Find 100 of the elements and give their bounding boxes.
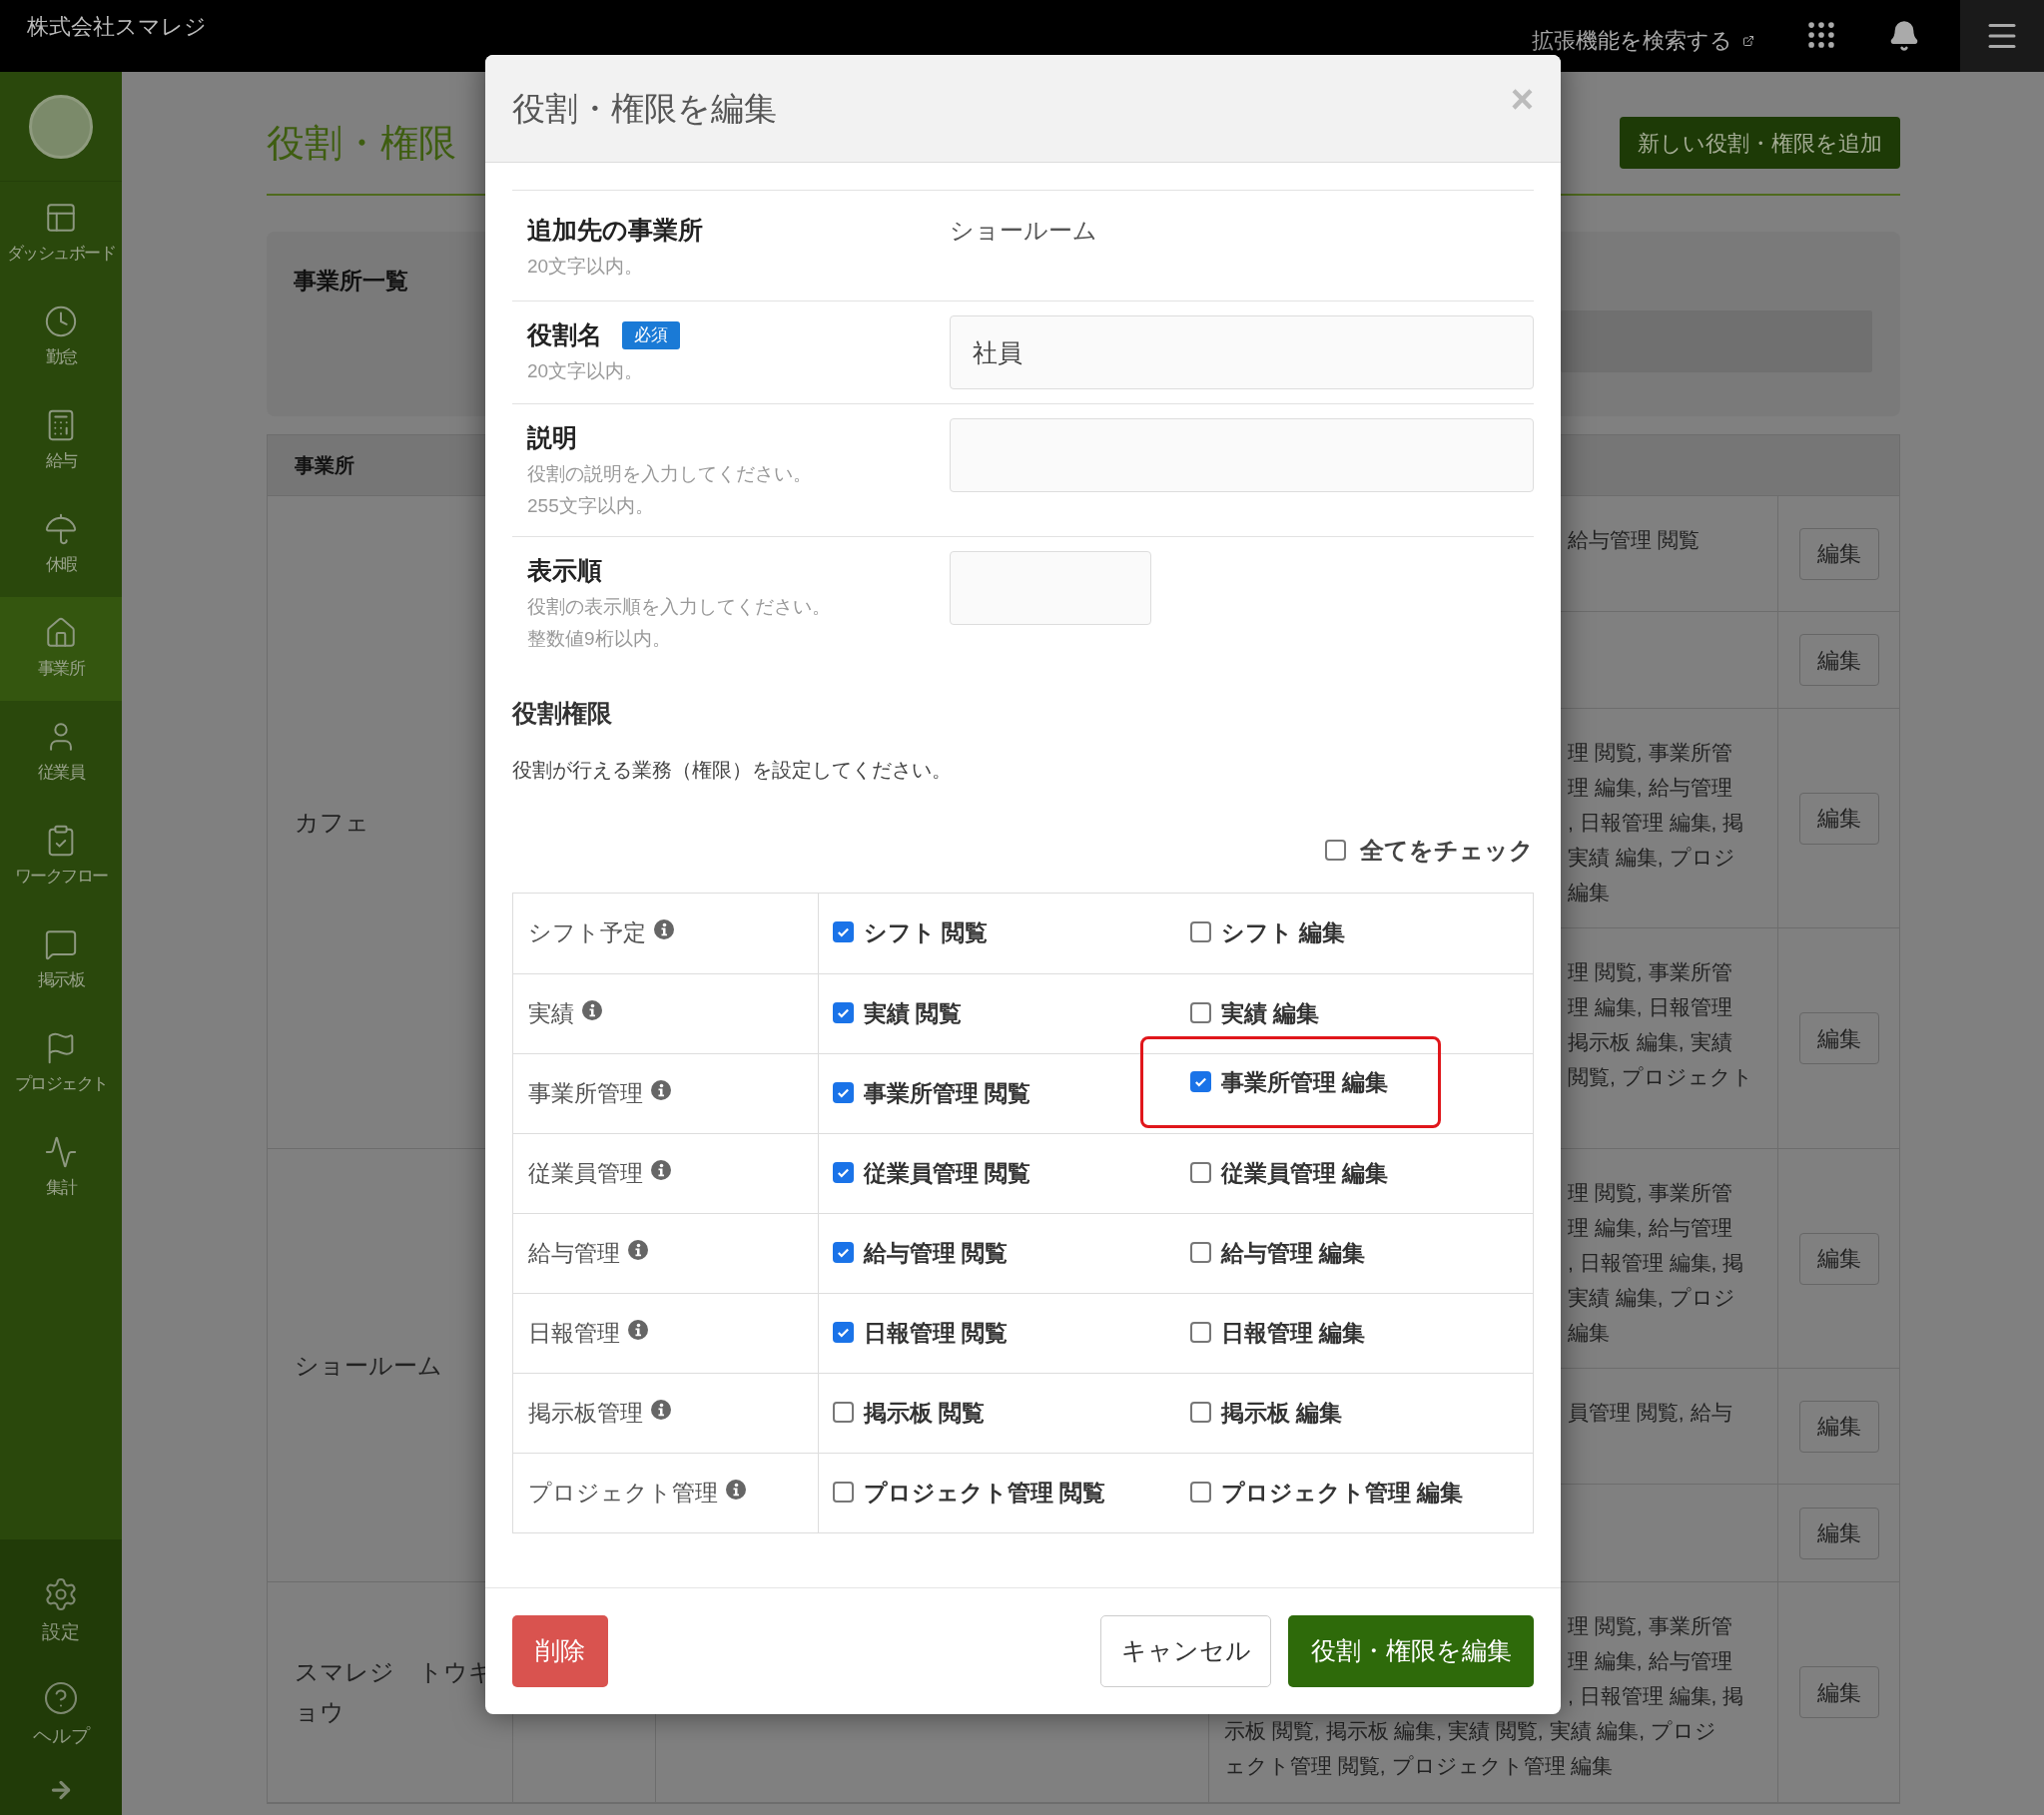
- field-label: 役割名: [527, 319, 602, 351]
- permission-label: プロジェクト管理 編集: [1220, 1478, 1463, 1508]
- edit-button[interactable]: 編集: [1798, 792, 1879, 845]
- checkbox[interactable]: [833, 1082, 854, 1104]
- sidebar-item[interactable]: ヘルプ: [0, 1663, 122, 1767]
- page-title: 役割・権限: [267, 120, 456, 166]
- cancel-button[interactable]: キャンセル: [1100, 1615, 1271, 1687]
- external-link-icon: [1742, 34, 1754, 47]
- sidebar-item[interactable]: 勤怠: [0, 286, 122, 389]
- permission-name: シフト予定: [528, 917, 646, 947]
- edit-button[interactable]: 編集: [1798, 1012, 1879, 1064]
- clock-icon: [44, 304, 78, 339]
- umbrella-icon: [44, 512, 78, 547]
- permission-name: 日報管理: [528, 1318, 620, 1348]
- field-hint: 20文字以内。: [527, 359, 645, 383]
- card-title: 事業所一覧: [294, 267, 408, 296]
- checkbox[interactable]: [1189, 921, 1211, 943]
- checkbox[interactable]: [833, 1402, 854, 1424]
- chat-icon: [44, 927, 78, 962]
- sidebar-item[interactable]: ワークフロー: [0, 805, 122, 908]
- edit-button[interactable]: 編集: [1798, 527, 1879, 580]
- permission-label: 掲示板 閲覧: [864, 1398, 986, 1428]
- required-badge: 必須: [622, 321, 680, 349]
- info-icon: [726, 1479, 746, 1500]
- permission-label: 事業所管理 編集: [1220, 1067, 1388, 1097]
- table-cell-text: 理 閲覧, 事業所管: [1568, 1613, 1733, 1639]
- table-cell-text: 示板 閲覧, 掲示板 編集, 実績 閲覧, 実績 編集, プロジ: [1224, 1718, 1717, 1744]
- checkbox[interactable]: [1189, 1482, 1211, 1504]
- permission-label: 給与管理 閲覧: [864, 1238, 1009, 1268]
- sidebar-item[interactable]: 給与: [0, 389, 122, 493]
- checkbox[interactable]: [833, 921, 854, 943]
- permission-label: 従業員管理 閲覧: [864, 1158, 1031, 1188]
- extension-search-link[interactable]: 拡張機能を検索する: [1532, 24, 1754, 57]
- field-label: 追加先の事業所: [527, 215, 703, 247]
- field-hint: 20文字以内。: [527, 255, 645, 279]
- field-hint: 255文字以内。: [527, 494, 655, 518]
- field-hint: 整数値9桁以内。: [527, 627, 672, 651]
- edit-button[interactable]: 編集: [1798, 1666, 1879, 1718]
- edit-button[interactable]: 編集: [1798, 1507, 1879, 1559]
- sidebar-item[interactable]: 設定: [0, 1559, 122, 1663]
- checkbox[interactable]: [833, 1482, 854, 1504]
- permission-label: 日報管理 編集: [1220, 1318, 1365, 1348]
- checkbox[interactable]: [833, 1162, 854, 1184]
- edit-button[interactable]: 編集: [1798, 1232, 1879, 1285]
- menu-button[interactable]: [1960, 0, 2044, 72]
- edit-button[interactable]: 編集: [1798, 1400, 1879, 1453]
- field-label: 表示順: [527, 555, 602, 587]
- table-cell-text: 理 編集, 給与管理: [1568, 1215, 1733, 1241]
- sidebar-item[interactable]: 集計: [0, 1116, 122, 1220]
- table-cell-text: 閲覧, プロジェクト: [1568, 1064, 1754, 1090]
- info-icon: [628, 1239, 648, 1260]
- table-cell-text: 理 閲覧, 事業所管: [1568, 740, 1733, 766]
- settings-icon: [43, 1575, 79, 1612]
- permission-label: 実績 編集: [1220, 998, 1319, 1028]
- sidebar-item[interactable]: 掲示板: [0, 908, 122, 1012]
- sidebar-item[interactable]: 休暇: [0, 493, 122, 597]
- checkbox[interactable]: [833, 1242, 854, 1264]
- checkbox[interactable]: [1189, 1242, 1211, 1264]
- permission-label: 給与管理 編集: [1220, 1238, 1365, 1268]
- delete-button[interactable]: 削除: [512, 1615, 608, 1687]
- search-field[interactable]: [1561, 310, 1872, 372]
- sidebar-item[interactable]: 従業員: [0, 701, 122, 805]
- help-icon: [43, 1679, 79, 1716]
- table-cell-text: 実績 編集, プロジ: [1568, 1285, 1736, 1311]
- info-icon: [651, 1079, 671, 1100]
- permission-label: 事業所管理 閲覧: [864, 1078, 1031, 1108]
- permission-name: 給与管理: [528, 1238, 620, 1268]
- sidebar-item[interactable]: 事業所: [0, 597, 122, 701]
- table-cell-text: 理 閲覧, 事業所管: [1568, 959, 1733, 985]
- sidebar-item[interactable]: ダッシュボード: [0, 182, 122, 286]
- checkbox[interactable]: [833, 1322, 854, 1344]
- edit-button[interactable]: 編集: [1798, 634, 1879, 686]
- sidebar-item[interactable]: プロジェクト: [0, 1012, 122, 1116]
- field-hint: 役割の説明を入力してください。: [527, 462, 813, 486]
- text-field[interactable]: 社員: [950, 315, 1534, 389]
- permission-name: 事業所管理: [528, 1078, 643, 1108]
- permission-name: 実績: [528, 998, 574, 1028]
- checkbox[interactable]: [1189, 1002, 1211, 1024]
- table-cell-text: 給与管理 閲覧: [1568, 527, 1701, 553]
- checkbox[interactable]: [1189, 1071, 1211, 1093]
- add-role-button[interactable]: 新しい役割・権限を追加: [1620, 117, 1900, 169]
- notification-bell-icon[interactable]: [1888, 20, 1920, 52]
- section-description: 役割が行える業務（権限）を設定してください。: [512, 757, 953, 783]
- text-field[interactable]: [950, 418, 1534, 492]
- info-icon: [582, 999, 602, 1020]
- table-cell-text: 編集: [1568, 880, 1611, 906]
- submit-button[interactable]: 役割・権限を編集: [1288, 1615, 1534, 1687]
- permission-label: プロジェクト管理 閲覧: [864, 1478, 1106, 1508]
- checkbox[interactable]: [1325, 840, 1346, 861]
- checkbox[interactable]: [1189, 1322, 1211, 1344]
- checkbox[interactable]: [1189, 1162, 1211, 1184]
- field-value: ショールーム: [950, 216, 1097, 246]
- info-icon: [651, 1159, 671, 1180]
- table-cell-text: ェクト管理 閲覧, プロジェクト管理 編集: [1224, 1753, 1615, 1779]
- checkbox[interactable]: [833, 1002, 854, 1024]
- number-field[interactable]: [950, 551, 1151, 625]
- permission-label: シフト 閲覧: [864, 917, 989, 947]
- table-cell-text: , 日報管理 編集, 掲: [1568, 1683, 1745, 1709]
- checkbox[interactable]: [1189, 1402, 1211, 1424]
- company-name: 株式会社スマレジ: [27, 13, 207, 41]
